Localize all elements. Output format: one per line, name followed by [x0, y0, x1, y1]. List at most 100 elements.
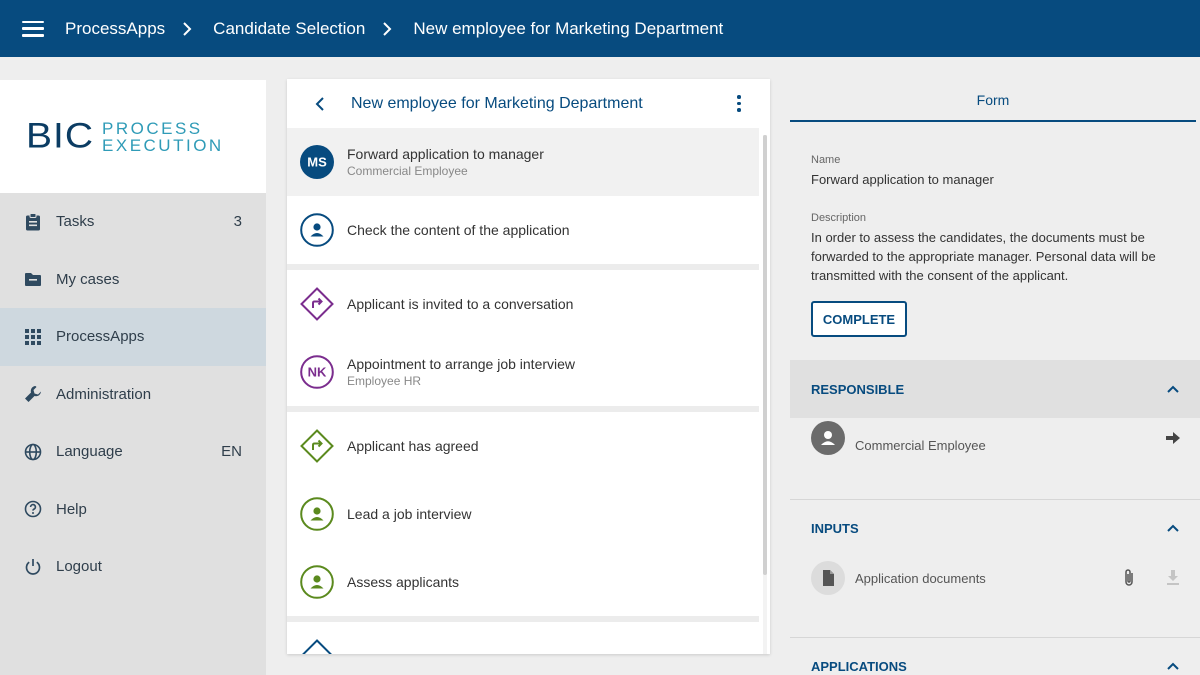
section-heading: INPUTS [811, 520, 859, 536]
scrollbar-thumb[interactable] [763, 135, 767, 575]
clipboard-icon [24, 212, 42, 231]
sidebar-item-tasks[interactable]: Tasks 3 [0, 193, 266, 251]
forward-arrow-icon[interactable] [1165, 431, 1181, 445]
sidebar-item-label: My cases [56, 270, 120, 288]
sidebar-item-label: ProcessApps [56, 328, 145, 346]
list-item[interactable]: Applicant has agreed [287, 412, 759, 480]
task-title: Forward application to manager [347, 146, 544, 162]
section-applications[interactable]: APPLICATIONS [790, 637, 1200, 675]
wrench-icon [24, 385, 42, 403]
panel-title: New employee for Marketing Department [351, 94, 643, 112]
back-arrow-icon[interactable] [315, 96, 327, 111]
description-value: In order to assess the candidates, the d… [811, 230, 1156, 283]
task-title: Appointment to arrange job interview [347, 356, 576, 372]
list-item[interactable]: NK Appointment to arrange job interview … [287, 338, 759, 406]
logo-line-1: PROCESS [102, 118, 203, 138]
globe-icon [24, 443, 42, 461]
task-text: Assess applicants [347, 574, 459, 590]
input-document-row: Application documents [811, 560, 1181, 596]
document-icon [811, 561, 845, 595]
name-label: Name [811, 154, 841, 166]
sidebar-item-label: Language [56, 443, 123, 461]
gateway-diamond-icon [300, 287, 334, 321]
logo-wordmark: PROCESS EXECUTION [102, 120, 224, 154]
section-heading: RESPONSIBLE [811, 381, 905, 397]
chevron-up-icon [1166, 382, 1180, 393]
list-item[interactable]: Applicant is invited to a conversation [287, 270, 759, 338]
gateway-diamond-icon [300, 429, 334, 463]
sidebar-item-logout[interactable]: Logout [0, 538, 266, 596]
chevron-up-icon [1166, 521, 1180, 532]
logo-line-2: EXECUTION [102, 135, 224, 155]
task-text: Applicant has agreed [347, 438, 479, 454]
language-code: EN [221, 443, 242, 461]
breadcrumb-processapps[interactable]: ProcessApps [65, 19, 165, 39]
sidebar-item-administration[interactable]: Administration [0, 366, 266, 424]
document-name: Application documents [855, 570, 986, 586]
sidebar-item-processapps[interactable]: ProcessApps [0, 308, 266, 366]
task-text: Check the content of the application [347, 222, 570, 238]
help-icon [24, 500, 42, 518]
list-item[interactable]: MS Forward application to manager Commer… [287, 128, 759, 196]
task-title: Check the content of the application [347, 222, 570, 238]
avatar: MS [300, 145, 334, 179]
description-label: Description [811, 212, 867, 224]
task-title: Applicant has agreed [347, 438, 479, 454]
list-item[interactable]: Assess applicants [287, 548, 759, 616]
chevron-up-icon [1166, 659, 1180, 670]
hamburger-menu-icon[interactable] [22, 20, 44, 37]
person-avatar-icon [811, 421, 845, 455]
task-text: Forward application to manager Commercia… [347, 146, 544, 178]
user-task-icon [300, 497, 334, 531]
avatar-initials: MS [307, 155, 327, 170]
task-role: Employee HR [347, 374, 422, 388]
sidebar: BIC PROCESS EXECUTION Tasks 3 My cases P… [0, 80, 266, 675]
task-title: Lead a job interview [347, 506, 472, 522]
task-text: Lead a job interview [347, 506, 472, 522]
sidebar-item-help[interactable]: Help [0, 481, 266, 539]
responsible-name: Commercial Employee [855, 437, 986, 453]
more-vertical-icon[interactable] [728, 93, 750, 115]
section-inputs[interactable]: INPUTS [790, 499, 1200, 557]
sidebar-item-label: Help [56, 500, 87, 518]
list-item[interactable]: Lead a job interview [287, 480, 759, 548]
sidebar-item-label: Tasks [56, 213, 95, 231]
list-item[interactable] [287, 622, 759, 654]
avatar-initials: NK [308, 365, 327, 380]
gateway-diamond-icon [300, 639, 334, 654]
process-task-panel: New employee for Marketing Department MS… [287, 79, 770, 654]
sidebar-item-language[interactable]: Language EN [0, 423, 266, 481]
name-value: Forward application to manager [811, 172, 994, 187]
apps-grid-icon [24, 328, 42, 346]
detail-panel: Form Name Forward application to manager… [790, 79, 1200, 675]
section-heading: APPLICATIONS [811, 658, 907, 674]
scrollbar[interactable] [763, 135, 767, 654]
power-icon [24, 558, 42, 576]
sidebar-item-label: Administration [56, 385, 152, 403]
user-task-icon [300, 213, 334, 247]
attachment-icon[interactable] [1121, 568, 1137, 588]
chevron-right-icon [182, 21, 192, 36]
complete-button[interactable]: COMPLETE [811, 301, 907, 337]
tasks-count-badge: 3 [233, 213, 242, 231]
task-text: Appointment to arrange job interview Emp… [347, 356, 575, 388]
folder-icon [24, 270, 42, 288]
download-icon[interactable] [1165, 569, 1181, 587]
task-title: Assess applicants [347, 574, 460, 590]
top-bar: ProcessApps Candidate Selection New empl… [0, 0, 1200, 57]
breadcrumb-candidate-selection[interactable]: Candidate Selection [213, 19, 365, 39]
list-item[interactable]: Check the content of the application [287, 196, 759, 264]
logo-bic: BIC [26, 117, 95, 156]
avatar: NK [300, 355, 334, 389]
section-responsible[interactable]: RESPONSIBLE [790, 360, 1200, 418]
chevron-right-icon [382, 21, 392, 36]
responsible-row: Commercial Employee [811, 420, 1181, 456]
task-title: Applicant is invited to a conversation [347, 296, 574, 312]
task-role: Commercial Employee [347, 164, 468, 178]
sidebar-item-label: Logout [56, 558, 102, 576]
tab-form[interactable]: Form [790, 79, 1196, 122]
sidebar-item-my-cases[interactable]: My cases [0, 251, 266, 309]
logo: BIC PROCESS EXECUTION [0, 80, 266, 193]
user-task-icon [300, 565, 334, 599]
task-text: Applicant is invited to a conversation [347, 296, 573, 312]
